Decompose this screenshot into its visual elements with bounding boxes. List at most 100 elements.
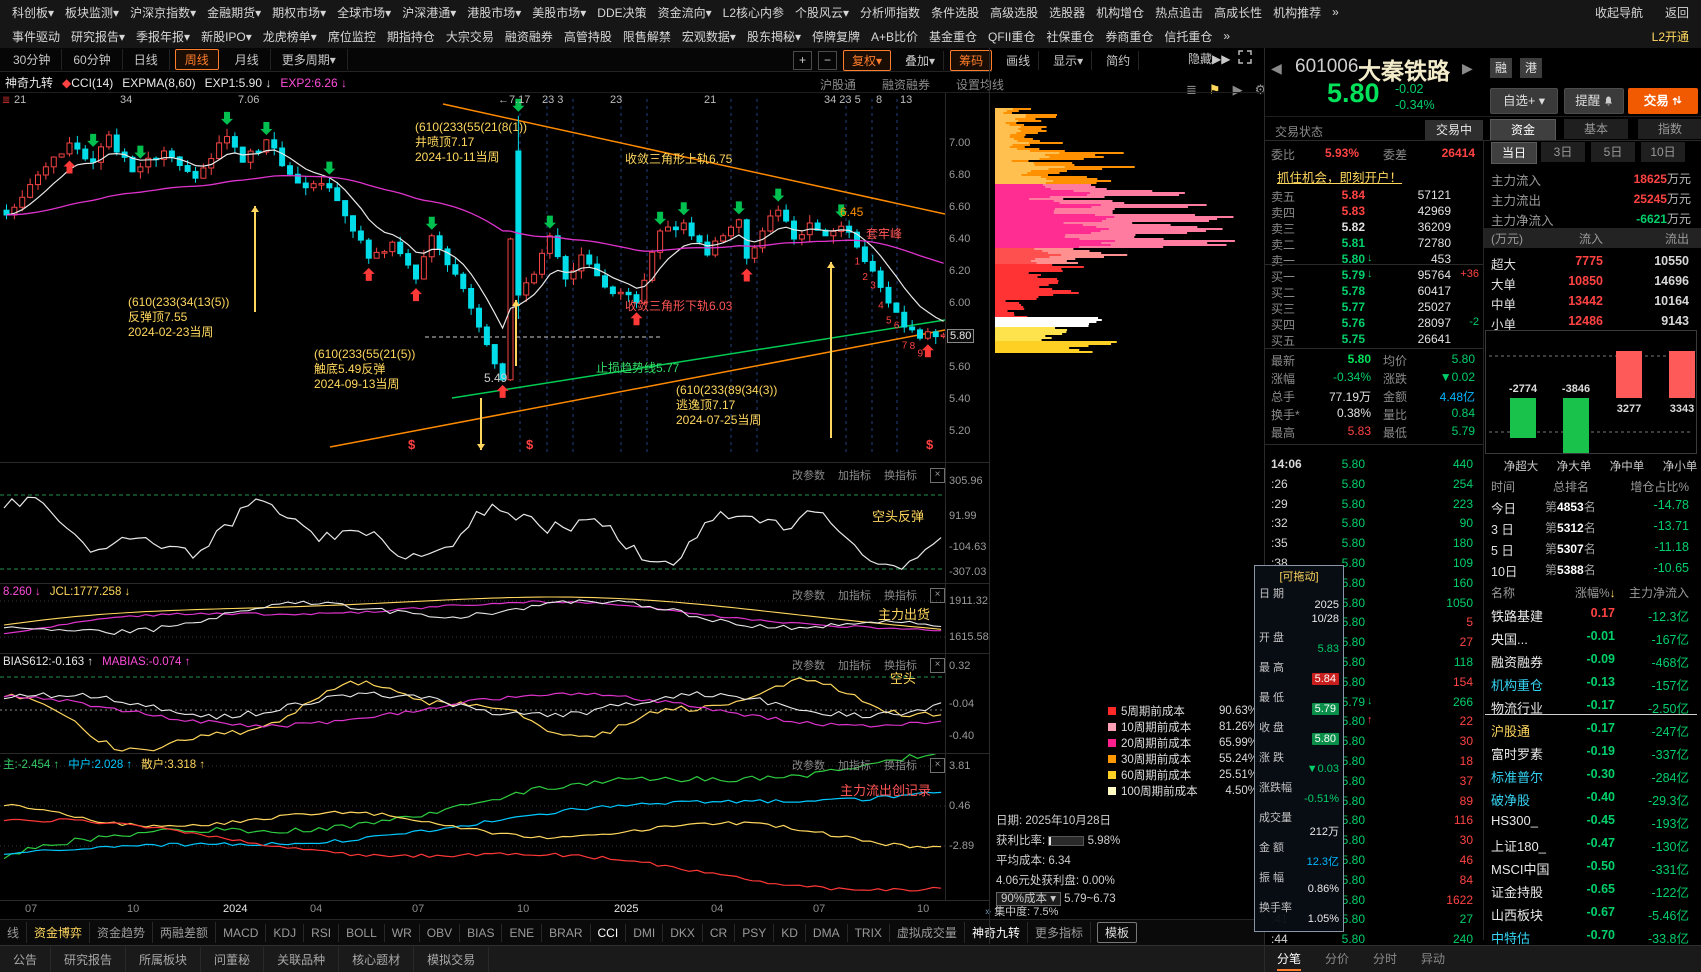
level-price[interactable]: 5.82: [1309, 220, 1365, 234]
sector-name[interactable]: 沪股通: [1491, 721, 1530, 740]
panel-tool-换指标[interactable]: 换指标: [884, 587, 917, 603]
level-price[interactable]: 5.75: [1309, 332, 1365, 346]
sector-col-header[interactable]: 涨幅%↓: [1575, 584, 1616, 601]
nav-item[interactable]: 机构增仓: [1096, 4, 1144, 21]
orderbook-level[interactable]: 买三: [1271, 300, 1295, 317]
toolbar-button[interactable]: 画线: [998, 50, 1040, 70]
bottom-tab-问董秘[interactable]: 问董秘: [201, 947, 265, 972]
nav-item[interactable]: 股东揭秘▾: [747, 28, 801, 45]
indicator-tab-MACD[interactable]: MACD: [216, 923, 267, 942]
nav-item[interactable]: 条件选股: [931, 4, 979, 21]
indicator-tab-KDJ[interactable]: KDJ: [266, 923, 305, 942]
nav-item[interactable]: 大宗交易: [446, 28, 494, 45]
period-tab-月线[interactable]: 月线: [224, 49, 271, 70]
sector-name[interactable]: 证金持股: [1491, 882, 1543, 901]
fund-battle-panel[interactable]: [0, 753, 945, 900]
level-price[interactable]: 5.79: [1309, 268, 1365, 282]
tick-tab-分时[interactable]: 分时: [1373, 950, 1397, 971]
tab-指数[interactable]: 指数: [1638, 119, 1701, 139]
orderbook-level[interactable]: 买一: [1271, 268, 1295, 285]
next-stock-icon[interactable]: ▶: [1462, 60, 1473, 77]
nav-item[interactable]: 券商重仓: [1105, 28, 1153, 45]
indicator-tab-模板[interactable]: 模板: [1096, 922, 1137, 943]
close-panel-icon[interactable]: ×: [930, 757, 945, 773]
nav-item[interactable]: 美股市场▾: [532, 4, 586, 21]
level-price[interactable]: 5.83: [1309, 204, 1365, 218]
panel-tool-改参数[interactable]: 改参数: [792, 467, 825, 483]
indicator-tab-KD[interactable]: KD: [774, 923, 806, 942]
close-panel-icon[interactable]: ×: [930, 657, 945, 673]
bottom-tab-核心题材[interactable]: 核心题材: [339, 947, 415, 972]
period-tab-30分钟[interactable]: 30分钟: [2, 49, 63, 70]
nav-item[interactable]: 返回: [1665, 4, 1689, 21]
nav-item[interactable]: 龙虎榜单▾: [263, 28, 317, 45]
nav-item[interactable]: »: [1332, 5, 1339, 19]
nav-item[interactable]: 全球市场▾: [337, 4, 391, 21]
sector-name[interactable]: 融资融券: [1491, 652, 1543, 671]
trade-button[interactable]: 交易: [1628, 88, 1698, 114]
tick-tab-异动[interactable]: 异动: [1421, 950, 1445, 971]
indicator-tab-两融差额[interactable]: 两融差额: [153, 922, 217, 943]
panel-tool-改参数[interactable]: 改参数: [792, 657, 825, 673]
l2-open-link[interactable]: L2开通: [1652, 28, 1689, 45]
nav-item[interactable]: 高管持股: [564, 28, 612, 45]
close-panel-icon[interactable]: ×: [930, 587, 945, 603]
indicator-tab-CCI[interactable]: CCI: [591, 923, 627, 942]
nav-item[interactable]: 高级选股: [990, 4, 1038, 21]
nav-item[interactable]: 收起导航: [1595, 4, 1643, 21]
prev-stock-icon[interactable]: ◀: [1271, 60, 1282, 77]
toolbar-button[interactable]: 叠加▾: [897, 50, 945, 70]
indicator-tab-BRAR[interactable]: BRAR: [542, 923, 591, 942]
nav-item[interactable]: 融资融券: [505, 28, 553, 45]
level-price[interactable]: 5.77: [1309, 300, 1365, 314]
level-price[interactable]: 5.78: [1309, 284, 1365, 298]
alert-button[interactable]: 提醒: [1564, 88, 1624, 114]
overlay-link[interactable]: 融资融券: [882, 76, 930, 93]
nav-item[interactable]: »: [1223, 29, 1230, 43]
period-tab-日线[interactable]: 日线: [123, 49, 170, 70]
period-tab-周线[interactable]: 周线: [174, 49, 219, 70]
zoom-in-button[interactable]: +: [793, 50, 812, 70]
orderbook-level[interactable]: 买四: [1271, 316, 1295, 333]
panel-tool-加指标[interactable]: 加指标: [838, 757, 871, 773]
level-price[interactable]: 5.81: [1309, 236, 1365, 250]
toolbar-button[interactable]: 简约: [1098, 50, 1140, 70]
indicator-tab-PSY[interactable]: PSY: [735, 923, 775, 942]
sector-name[interactable]: 富时罗素: [1491, 744, 1543, 763]
indicator-tab-更多指标[interactable]: 更多指标: [1028, 922, 1091, 943]
nav-item[interactable]: 选股器: [1049, 4, 1085, 21]
orderbook-level[interactable]: 买二: [1271, 284, 1295, 301]
nav-item[interactable]: 信托重仓: [1164, 28, 1212, 45]
level-price[interactable]: 5.84: [1309, 188, 1365, 202]
nav-item[interactable]: 分析师指数: [860, 4, 920, 21]
overlay-link[interactable]: 设置均线: [956, 76, 1004, 93]
indicator-tab-CR[interactable]: CR: [703, 923, 736, 942]
nav-item[interactable]: 热点追击: [1155, 4, 1203, 21]
bottom-tab-关联品种[interactable]: 关联品种: [264, 947, 340, 972]
panel-tool-换指标[interactable]: 换指标: [884, 757, 917, 773]
nav-item[interactable]: 宏观数据▾: [682, 28, 736, 45]
funds-tab-10日[interactable]: 10日: [1641, 142, 1685, 162]
nav-item[interactable]: 席位监控: [328, 28, 376, 45]
indicator-tab-OBV[interactable]: OBV: [420, 923, 461, 942]
nav-item[interactable]: 限售解禁: [623, 28, 671, 45]
toolbar-button[interactable]: 显示▾: [1045, 50, 1093, 70]
nav-item[interactable]: L2核心内参: [723, 4, 784, 21]
panel-tool-加指标[interactable]: 加指标: [838, 467, 871, 483]
bottom-tab-研究报告[interactable]: 研究报告: [51, 947, 127, 972]
nav-item[interactable]: 港股市场▾: [467, 4, 521, 21]
nav-item[interactable]: 事件驱动: [12, 28, 60, 45]
nav-item[interactable]: 板块监测▾: [65, 4, 119, 21]
funds-tab-5日[interactable]: 5日: [1591, 142, 1635, 162]
nav-item[interactable]: 期权市场▾: [272, 4, 326, 21]
orderbook-level[interactable]: 卖三: [1271, 220, 1295, 237]
toolbar-button[interactable]: 筹码: [950, 49, 993, 71]
sector-name[interactable]: MSCI中国: [1491, 859, 1550, 878]
nav-item[interactable]: 个股风云▾: [795, 4, 849, 21]
nav-item[interactable]: 沪深港通▾: [402, 4, 456, 21]
funds-tab-3日[interactable]: 3日: [1541, 142, 1585, 162]
tick-tab-分价[interactable]: 分价: [1325, 950, 1349, 971]
period-tab-更多周期▾[interactable]: 更多周期▾: [271, 49, 348, 70]
orderbook-level[interactable]: 卖一: [1271, 252, 1295, 269]
nav-item[interactable]: QFII重仓: [988, 28, 1035, 45]
